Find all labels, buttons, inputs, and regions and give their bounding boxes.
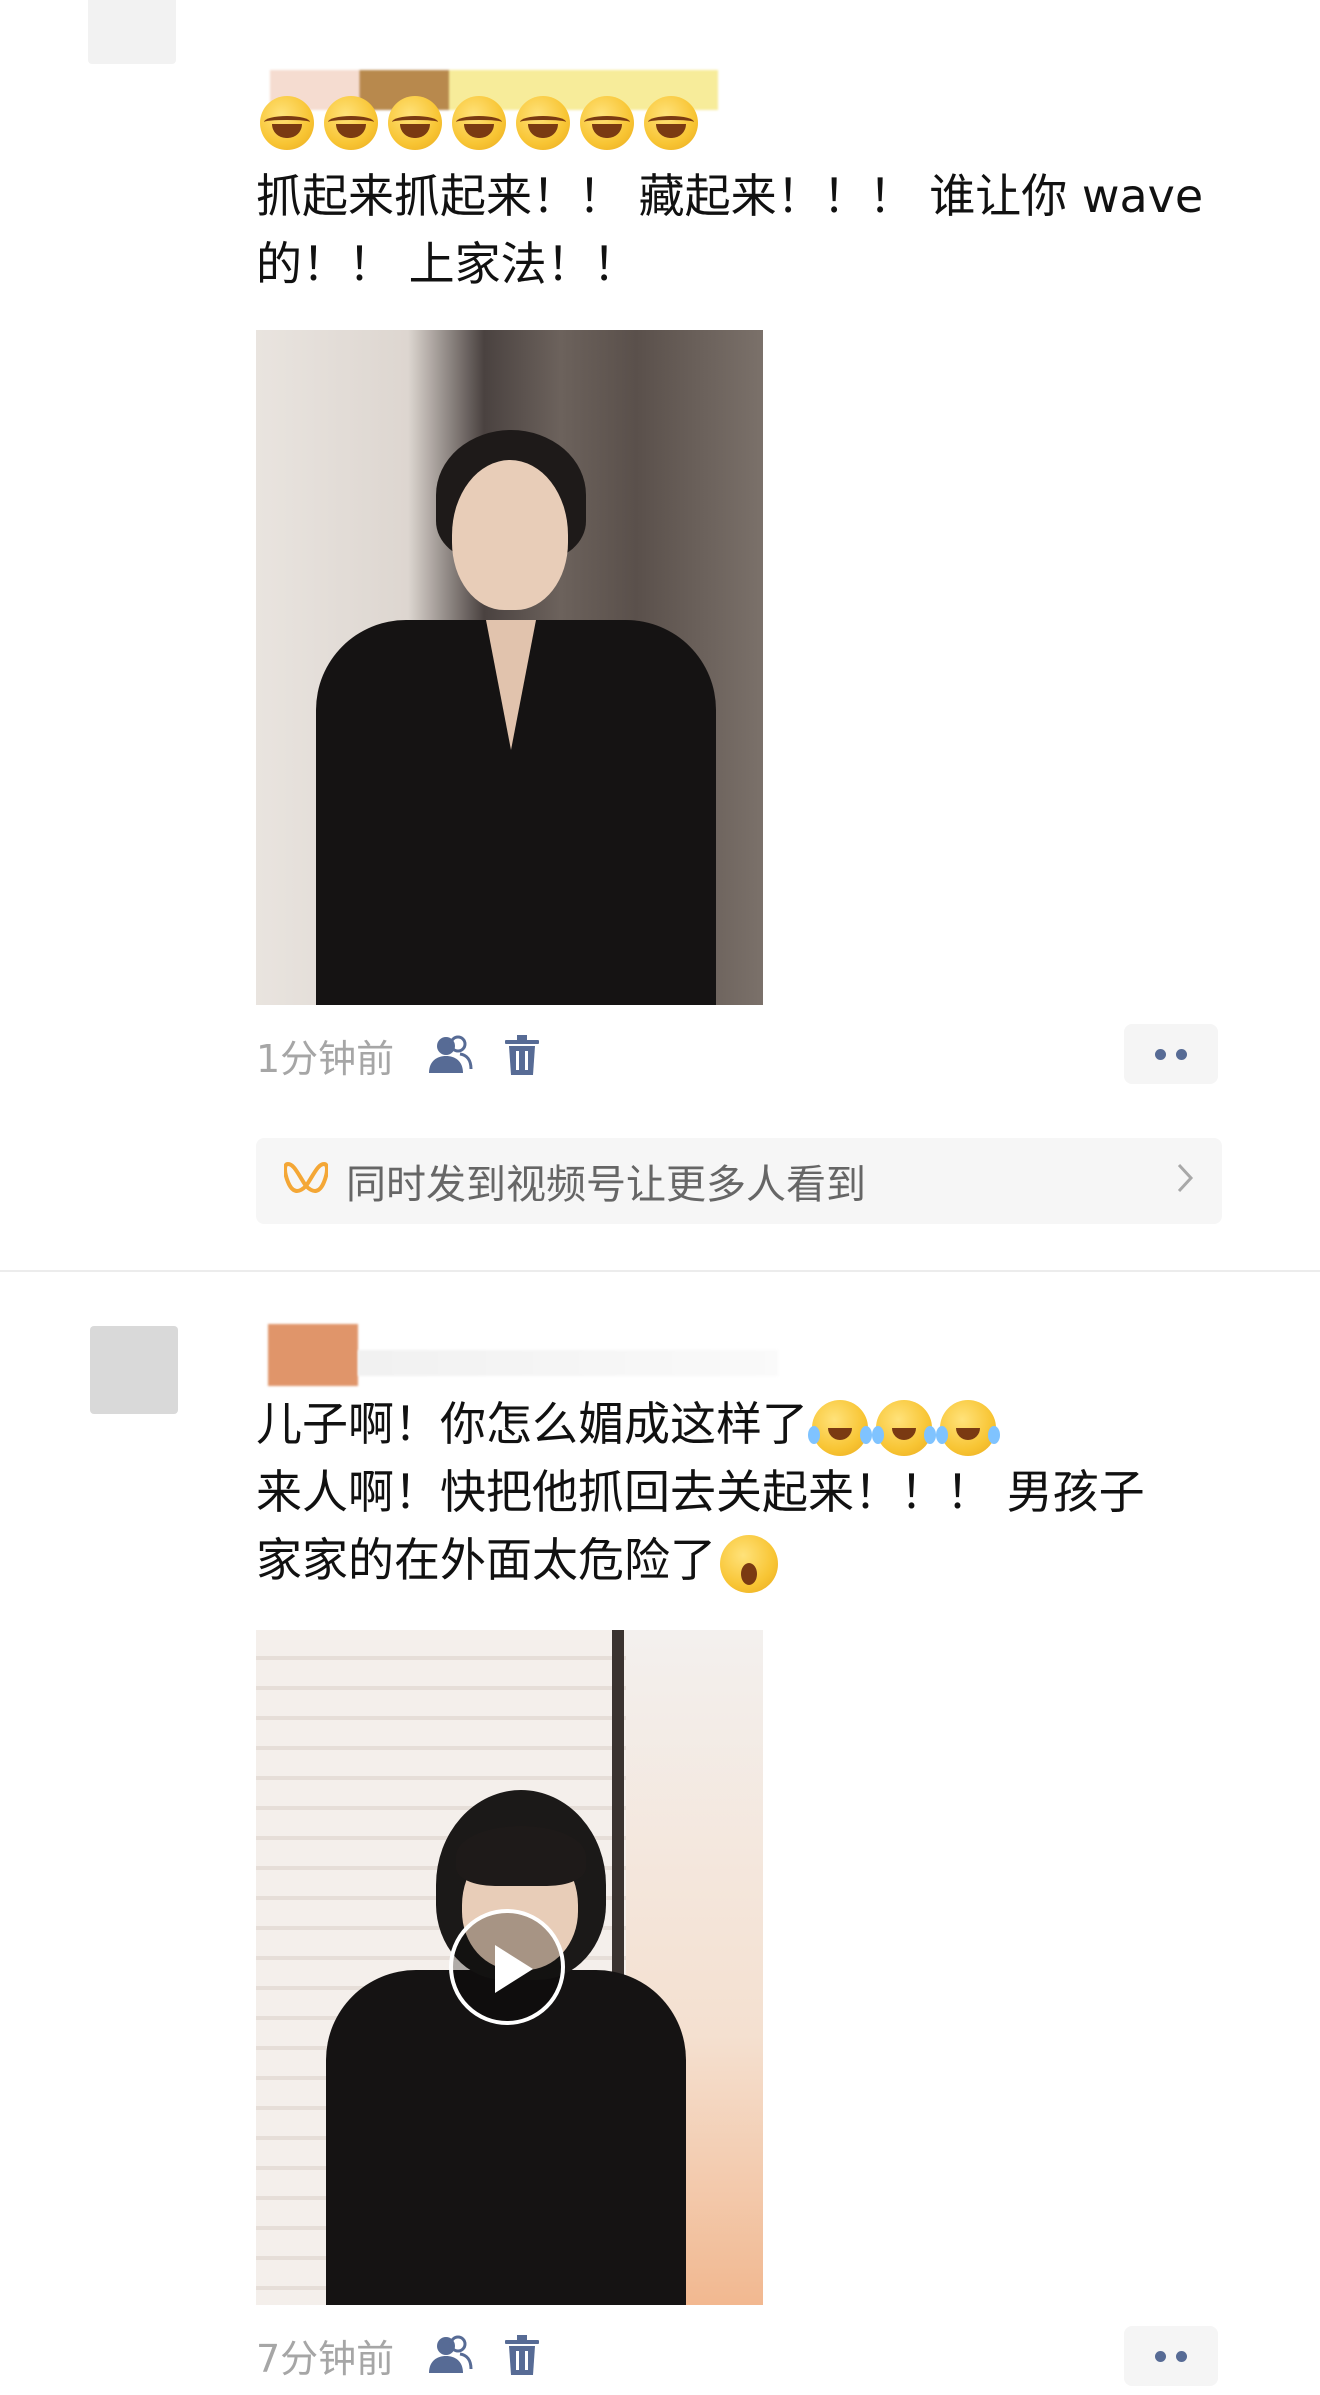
post-text: 儿子啊！你怎么媚成这样了 来人啊！快把他抓回去关起来！！！ 男孩子 家家的在外面… xyxy=(256,1390,1236,1594)
chevron-right-icon xyxy=(1176,1158,1194,1204)
laugh-emoji xyxy=(388,96,442,150)
more-options-button[interactable] xyxy=(1124,2326,1218,2386)
moment-post: 儿子啊！你怎么媚成这样了 来人啊！快把他抓回去关起来！！！ 男孩子 家家的在外面… xyxy=(0,1272,1320,2395)
emoji-row xyxy=(256,96,702,160)
post-text: 抓起来抓起来！！ 藏起来！！！ 谁让你 wave 的！！ 上家法！！ xyxy=(256,162,1236,298)
post-text-line: 家家的在外面太危险了 xyxy=(256,1526,1236,1594)
surprised-emoji xyxy=(720,1534,778,1593)
post-video-thumbnail[interactable] xyxy=(256,1630,763,2305)
cry-laugh-emoji xyxy=(872,1399,932,1456)
post-meta: 1分钟前 xyxy=(256,1025,568,1085)
play-icon[interactable] xyxy=(449,1909,565,2025)
timestamp: 1分钟前 xyxy=(256,1036,395,1081)
visibility-icon[interactable] xyxy=(424,2329,476,2381)
post-photo[interactable] xyxy=(256,330,763,1005)
channels-promo-label: 同时发到视频号让更多人看到 xyxy=(346,1162,866,1208)
laugh-emoji xyxy=(260,96,314,150)
channels-icon xyxy=(283,1162,329,1200)
cry-laugh-emoji xyxy=(936,1399,996,1456)
delete-icon[interactable] xyxy=(496,1029,548,1081)
laugh-emoji xyxy=(644,96,698,150)
avatar[interactable] xyxy=(90,1326,178,1414)
avatar[interactable] xyxy=(88,0,176,64)
laugh-emoji xyxy=(580,96,634,150)
laugh-emoji xyxy=(516,96,570,150)
username-blurred-trail xyxy=(358,1350,778,1376)
moment-post: 抓起来抓起来！！ 藏起来！！！ 谁让你 wave 的！！ 上家法！！ 1分钟前 xyxy=(0,0,1320,1270)
post-text-line: 来人啊！快把他抓回去关起来！！！ 男孩子 xyxy=(256,1465,1145,1519)
post-text-line: 的！！ 上家法！！ xyxy=(256,237,639,291)
delete-icon[interactable] xyxy=(496,2329,548,2381)
post-meta: 7分钟前 xyxy=(256,2325,568,2385)
timestamp: 7分钟前 xyxy=(256,2336,395,2381)
username-blurred[interactable] xyxy=(268,1324,358,1386)
cry-laugh-emoji xyxy=(808,1399,868,1456)
post-text-line: 儿子啊！你怎么媚成这样了 xyxy=(256,1390,1236,1458)
channels-promo-bar[interactable]: 同时发到视频号让更多人看到 xyxy=(256,1138,1222,1224)
post-text-line: 抓起来抓起来！！ 藏起来！！！ 谁让你 wave xyxy=(256,169,1204,223)
visibility-icon[interactable] xyxy=(424,1029,476,1081)
more-options-button[interactable] xyxy=(1124,1024,1218,1084)
laugh-emoji xyxy=(324,96,378,150)
laugh-emoji xyxy=(452,96,506,150)
